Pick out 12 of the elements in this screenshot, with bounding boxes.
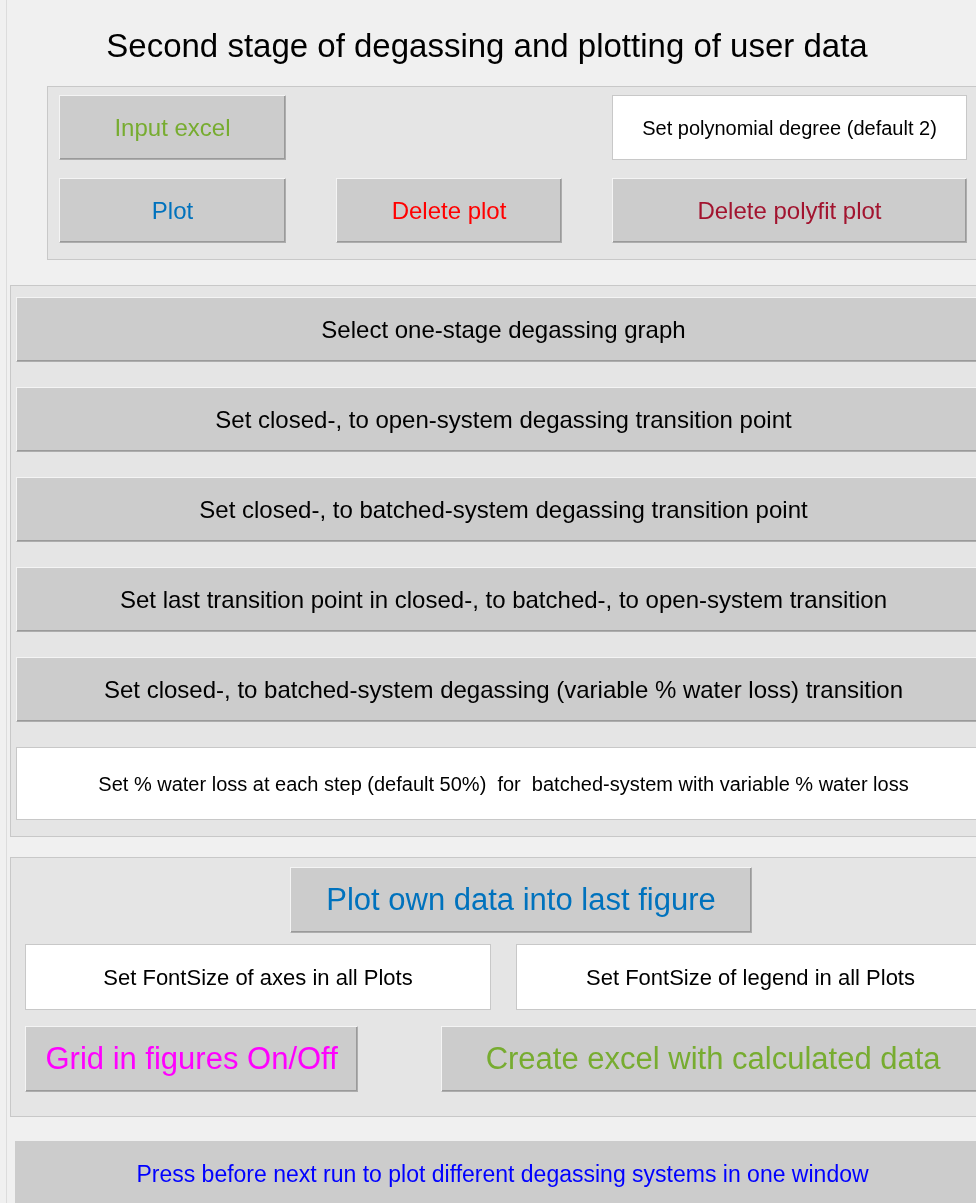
input-field[interactable]: Set % water loss at each step (default 50%) for batched-system with variable % water loss [16,747,976,820]
window-title: Second stage of degassing and plotting of user data [105,26,869,66]
input-field[interactable]: Set polynomial degree (default 2) [612,95,967,160]
button[interactable]: Press before next run to plot different degassing systems in one window [15,1141,976,1203]
button[interactable]: Set closed-, to batched-system degassing transition point [16,477,976,542]
button[interactable]: Set last transition point in closed-, to batched-, to open-system transition [16,567,976,632]
button[interactable]: Delete polyfit plot [612,178,967,243]
input-field[interactable]: Set FontSize of legend in all Plots [516,944,976,1010]
button[interactable]: Set closed-, to open-system degassing transition point [16,387,976,452]
input-field[interactable]: Set FontSize of axes in all Plots [25,944,491,1010]
button[interactable]: Set closed-, to batched-system degassing (variable % water loss) transition [16,657,976,722]
button[interactable]: Select one-stage degassing graph [16,297,976,362]
